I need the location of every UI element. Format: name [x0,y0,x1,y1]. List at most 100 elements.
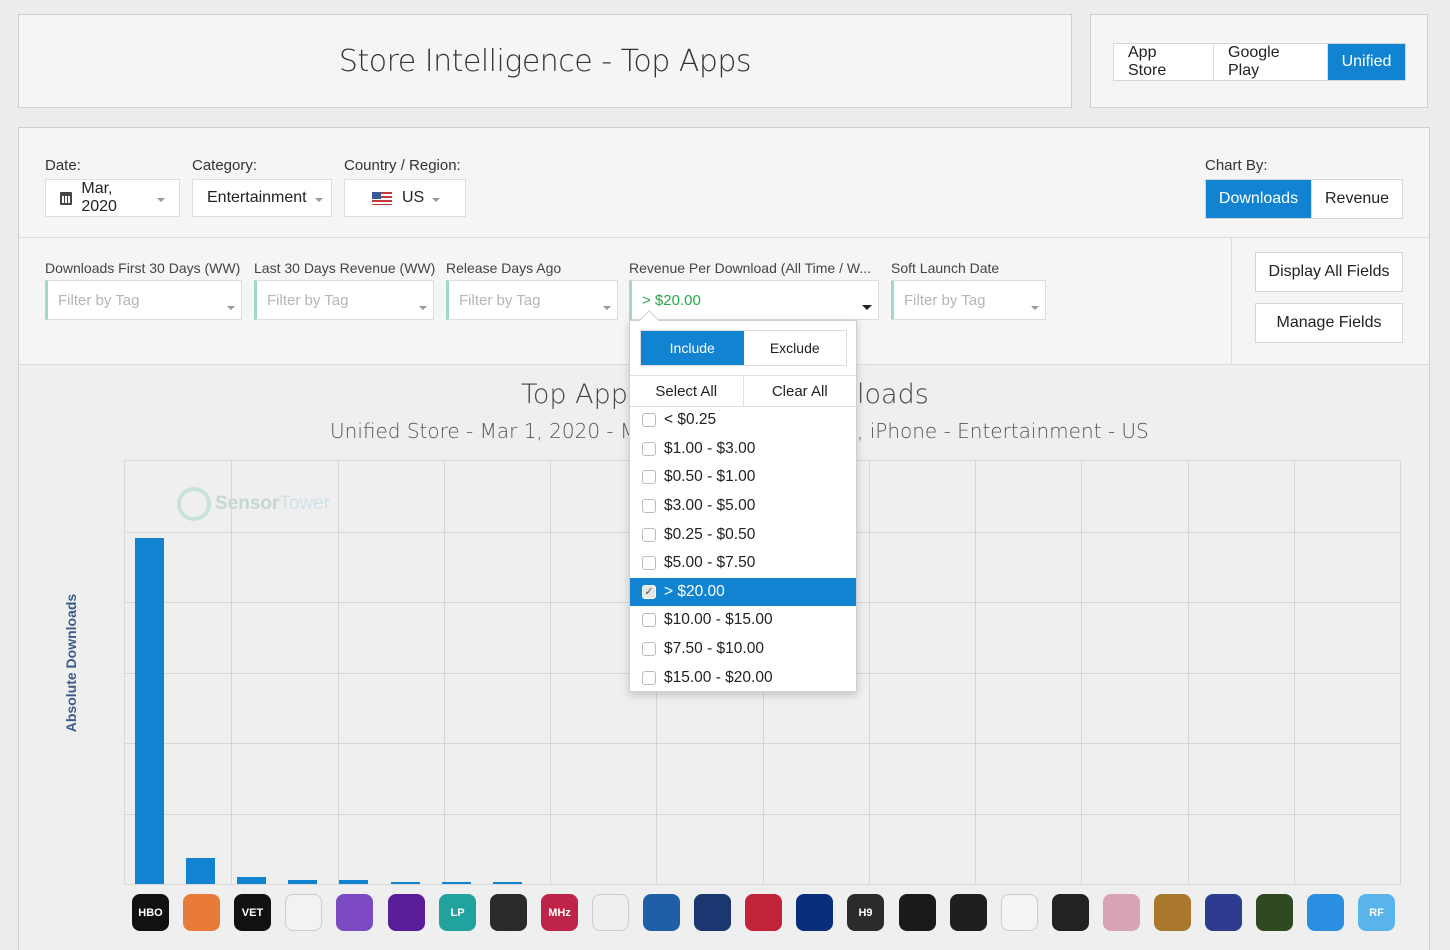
chart-title-left: Top Apps [521,379,642,410]
chart-bar[interactable] [493,882,522,884]
tag-filter-release-days-ago[interactable]: Filter by Tag [446,280,618,320]
dropdown-option[interactable]: $3.00 - $5.00 [630,492,856,521]
display-all-fields-button[interactable]: Display All Fields [1255,252,1403,292]
play-icon[interactable] [1052,894,1089,931]
checkbox[interactable] [642,413,656,428]
chart-bar[interactable] [391,882,420,884]
mhz-icon[interactable]: MHz [541,894,578,931]
red-shield-icon[interactable] [745,894,782,931]
dropdown-option[interactable]: $15.00 - $20.00 [630,663,856,692]
revenue-per-download-dropdown: Include Exclude Select All Clear All < $… [629,310,857,692]
dropdown-option-label: $10.00 - $15.00 [664,611,773,629]
dropdown-option-list: < $0.25 $1.00 - $3.00 $0.50 - $1.00 $3.00 -… [630,406,856,692]
checkbox[interactable] [642,556,656,571]
horse-icon[interactable] [796,894,833,931]
dropdown-option[interactable]: ✓ > $20.00 [630,577,856,607]
checkbox[interactable]: ✓ [642,584,656,599]
tag-filter-soft-launch-date[interactable]: Filter by Tag [891,280,1046,320]
checkbox[interactable] [642,642,656,657]
lp-icon[interactable]: LP [439,894,476,931]
app-icon-text: MHz [548,906,571,919]
checkbox[interactable] [642,499,656,514]
hbo-now-icon[interactable]: HBO [132,894,169,931]
chart-by-revenue-button[interactable]: Revenue [1312,180,1402,218]
chart-title-right: loads [857,379,929,410]
globe-flag-icon[interactable] [643,894,680,931]
checkbox[interactable] [642,670,656,685]
tag-filter-label: Soft Launch Date [891,260,1000,276]
country-label: Country / Region: [344,157,461,174]
camera-icon[interactable] [1307,894,1344,931]
dropdown-option[interactable]: $0.25 - $0.50 [630,520,856,549]
checkbox[interactable] [642,527,656,542]
dropdown-option-label: > $20.00 [664,582,725,600]
h9-icon[interactable]: H9 [847,894,884,931]
longman-icon[interactable] [1205,894,1242,931]
dropdown-option[interactable]: $0.50 - $1.00 [630,463,856,492]
tag-filter-placeholder: Filter by Tag [58,291,140,309]
chart-bar[interactable] [237,877,266,884]
vet-icon[interactable]: VET [234,894,271,931]
title-panel: Store Intelligence - Top Apps [18,14,1072,108]
tag-filter-downloads-first-30[interactable]: Filter by Tag [45,280,242,320]
tag-filter-value: > $20.00 [642,291,701,309]
tag-filter-label: Last 30 Days Revenue (WW) [254,260,436,276]
red-c-icon[interactable] [899,894,936,931]
network-icon[interactable] [592,894,629,931]
neon-icon[interactable] [388,894,425,931]
cartoon-icon[interactable] [183,894,220,931]
dial-icon[interactable] [950,894,987,931]
chart-by-downloads-button[interactable]: Downloads [1206,180,1312,218]
select-clear-bar: Select All Clear All [630,375,856,407]
portrait-icon[interactable] [1103,894,1140,931]
checkbox[interactable] [642,613,656,628]
chart-by-toggle: Downloads Revenue [1205,179,1403,219]
tag-filter-last-30-revenue[interactable]: Filter by Tag [254,280,434,320]
chart-bar[interactable] [186,858,215,884]
keyboard-icon[interactable] [1256,894,1293,931]
chart-subtitle-right: , iPhone - Entertainment - US [857,419,1149,443]
select-all-button[interactable]: Select All [630,376,744,406]
dropdown-option[interactable]: < $0.25 [630,406,856,435]
sensor-tower-watermark: Sensor Tower [177,487,330,521]
store-app-store-button[interactable]: App Store [1114,44,1214,80]
chart-bar[interactable] [288,880,317,884]
chevron-down-icon [227,306,235,310]
chevron-down-icon [603,306,611,310]
category-dropdown[interactable]: Entertainment [192,179,332,217]
tag-filter-label: Downloads First 30 Days (WW) [45,260,241,276]
exclude-button[interactable]: Exclude [744,331,847,365]
chart-bar[interactable] [442,882,471,884]
manage-fields-button[interactable]: Manage Fields [1255,303,1403,343]
dropdown-option[interactable]: $5.00 - $7.50 [630,549,856,578]
rf-cockpit-icon[interactable]: RF [1358,894,1395,931]
include-button[interactable]: Include [641,331,744,365]
barcode-icon[interactable] [285,894,322,931]
date-dropdown[interactable]: Mar, 2020 [45,179,180,217]
chart-bar[interactable] [135,538,164,884]
red-swirl-icon[interactable] [490,894,527,931]
tag-filter-revenue-per-download[interactable]: > $20.00 [629,280,879,320]
eye-icon[interactable] [336,894,373,931]
dropdown-option[interactable]: $7.50 - $10.00 [630,635,856,664]
checkbox[interactable] [642,441,656,456]
clear-all-button[interactable]: Clear All [744,376,857,406]
store-google-play-button[interactable]: Google Play [1214,44,1328,80]
date-value: Mar, 2020 [81,180,117,215]
radio-icon[interactable] [694,894,731,931]
store-unified-button[interactable]: Unified [1328,44,1405,80]
dots-icon[interactable] [1001,894,1038,931]
dropdown-option-label: $5.00 - $7.50 [664,554,756,572]
chart-bar[interactable] [339,880,368,884]
caret-down-icon [862,305,872,310]
app-icon-text: HBO [138,906,163,919]
dropdown-option[interactable]: $1.00 - $3.00 [630,435,856,464]
checkbox[interactable] [642,470,656,485]
tag-filter-placeholder: Filter by Tag [459,291,541,309]
category-value: Entertainment [207,189,307,206]
dropdown-option[interactable]: $10.00 - $15.00 [630,606,856,635]
country-dropdown[interactable]: US [344,179,466,217]
chevron-down-icon [432,198,441,202]
bassoon-icon[interactable] [1154,894,1191,931]
date-label: Date: [45,157,81,174]
